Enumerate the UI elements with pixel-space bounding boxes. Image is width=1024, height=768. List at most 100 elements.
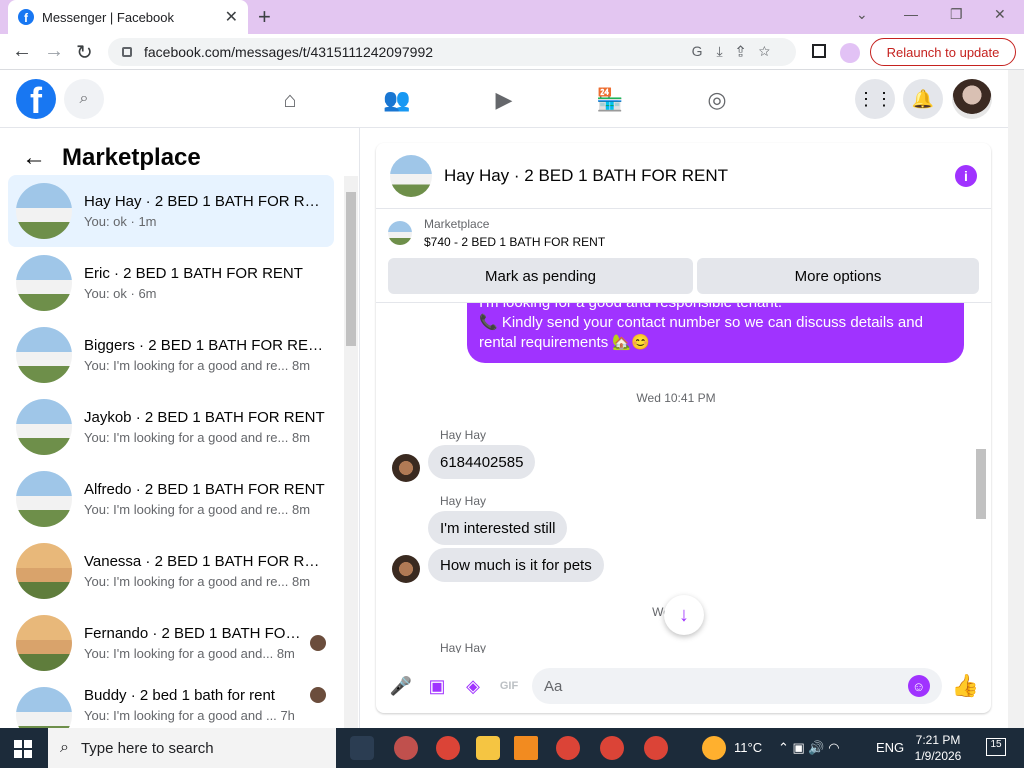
emoji-icon[interactable]: ☺ — [907, 675, 930, 697]
facebook-logo-icon[interactable]: f — [16, 79, 56, 119]
browser-tab[interactable]: f Messenger | Facebook ✕ — [8, 0, 248, 34]
preview-time: 8m — [291, 358, 311, 373]
conversation-item[interactable]: Hay Hay · 2 BED 1 BATH FOR RE... You: ok… — [8, 175, 334, 247]
listing-thumbnail — [16, 183, 72, 239]
system-clock[interactable]: 7:21 PM 1/9/2026 — [900, 732, 976, 764]
conversation-item[interactable]: Eric · 2 BED 1 BATH FOR RENT You: ok · 6… — [8, 247, 334, 319]
task-view-icon[interactable] — [350, 736, 374, 760]
sender-avatar[interactable] — [392, 454, 420, 482]
mark-as-pending-button[interactable]: Mark as pending — [388, 258, 693, 294]
page-scrollbar[interactable] — [1008, 70, 1024, 728]
address-bar[interactable]: facebook.com/messages/t/4315111242097992… — [108, 38, 796, 66]
notifications-bell-icon[interactable]: 🔔 — [903, 79, 943, 119]
side-panel-icon[interactable] — [812, 44, 826, 58]
watch-icon[interactable]: ▶ — [490, 86, 518, 114]
search-icon[interactable]: ⌕ — [64, 79, 104, 119]
gif-icon[interactable]: GIF — [496, 673, 522, 699]
conversation-name: Vanessa · 2 BED 1 BATH FOR RENT — [84, 553, 326, 570]
more-options-button[interactable]: More options — [697, 258, 979, 294]
windows-start-icon[interactable] — [14, 740, 32, 758]
chrome-icon[interactable] — [436, 736, 460, 760]
conversation-item[interactable]: Jaykob · 2 BED 1 BATH FOR RENT You: I'm … — [8, 391, 334, 463]
microphone-icon[interactable]: 🎤 — [388, 673, 414, 699]
notifications-icon[interactable]: 15 — [986, 738, 1006, 756]
clock-date: 1/9/2026 — [914, 749, 962, 763]
sidebar-scrollbar[interactable] — [344, 176, 358, 728]
listing-thumbnail — [16, 255, 72, 311]
message-composer: 🎤 ▣ ◈ GIF Aa ☺ 👍 — [376, 659, 991, 713]
back-icon[interactable]: ← — [12, 40, 32, 63]
listing-info[interactable]: Marketplace $740 - 2 BED 1 BATH FOR RENT — [388, 217, 605, 249]
photo-icon[interactable]: ▣ — [424, 673, 450, 699]
new-tab-button[interactable]: + — [258, 4, 271, 30]
preview-time: 8m — [276, 646, 295, 661]
sticker-icon[interactable]: ◈ — [460, 673, 486, 699]
message-input[interactable]: Aa ☺ — [532, 668, 942, 704]
omnibox-actions-icon[interactable]: G⤓⇪☆ — [692, 43, 784, 60]
chat-scrollbar[interactable] — [974, 309, 986, 649]
info-icon[interactable]: i — [955, 164, 977, 187]
close-tab-icon[interactable]: ✕ — [225, 7, 238, 27]
sender-name: Hay Hay — [440, 428, 487, 442]
menu-grid-icon[interactable]: ⋮⋮ — [855, 79, 895, 119]
outgoing-message[interactable]: I'm looking for a good and responsible t… — [467, 303, 964, 363]
outgoing-line: I'm looking for a good and responsible t… — [479, 303, 952, 313]
marketplace-listing-strip: Marketplace $740 - 2 BED 1 BATH FOR RENT… — [376, 209, 991, 303]
relaunch-button[interactable]: Relaunch to update — [870, 38, 1016, 66]
listing-thumbnail — [16, 399, 72, 455]
tray-icons[interactable]: ⌃ ▣ 🔊 ◠ — [778, 740, 840, 756]
marketplace-icon[interactable]: 🏪 — [596, 86, 624, 114]
restore-button[interactable]: ❐ — [950, 6, 963, 23]
scrollbar-thumb[interactable] — [346, 192, 356, 346]
conversation-preview: You: I'm looking for a good and... 8m — [84, 646, 302, 661]
chrome-profile-icon[interactable] — [600, 736, 624, 760]
conversation-sidebar: ← Marketplace Hay Hay · 2 BED 1 BATH FOR… — [0, 128, 360, 728]
incoming-message[interactable]: How much is it for pets — [428, 548, 604, 582]
listing-mini-thumbnail — [388, 221, 412, 245]
vlc-icon[interactable] — [514, 736, 538, 760]
chat-listing-thumbnail[interactable] — [390, 154, 432, 197]
chrome-profile-icon[interactable] — [644, 736, 668, 760]
minimize-button[interactable]: — — [904, 6, 918, 22]
close-window-button[interactable]: ✕ — [994, 6, 1006, 23]
conversation-item[interactable]: Alfredo · 2 BED 1 BATH FOR RENT You: I'm… — [8, 463, 334, 535]
paint-app-icon[interactable] — [394, 736, 418, 760]
preview-text: You: I'm looking for a good and ... — [84, 708, 277, 723]
friends-icon[interactable]: 👥 — [383, 86, 411, 114]
sender-name: Hay Hay — [440, 641, 487, 653]
url-text: facebook.com/messages/t/4315111242097992 — [144, 44, 434, 60]
scroll-to-bottom-button[interactable]: ↓ — [664, 595, 704, 635]
scrollbar-thumb[interactable] — [976, 449, 986, 519]
tab-search-icon[interactable]: ⌄ — [856, 6, 868, 23]
conversation-item[interactable]: Biggers · 2 BED 1 BATH FOR RENT You: I'm… — [8, 319, 334, 391]
conversation-name: Biggers · 2 BED 1 BATH FOR RENT — [84, 337, 326, 354]
chat-title[interactable]: Hay Hay · 2 BED 1 BATH FOR RENT — [444, 166, 955, 186]
conversation-item[interactable]: Fernando · 2 BED 1 BATH FOR... You: I'm … — [8, 607, 334, 679]
sender-avatar[interactable] — [392, 555, 420, 583]
reload-icon[interactable]: ↻ — [76, 40, 93, 65]
conversation-name: Hay Hay · 2 BED 1 BATH FOR RE... — [84, 193, 326, 210]
browser-toolbar: ← → ↻ facebook.com/messages/t/4315111242… — [0, 34, 1024, 70]
taskbar-search[interactable]: ⌕ Type here to search — [48, 728, 336, 768]
like-icon[interactable]: 👍 — [952, 673, 979, 699]
listing-thumbnail — [16, 687, 72, 728]
weather-icon[interactable] — [702, 736, 726, 760]
groups-icon[interactable]: ◎ — [703, 86, 731, 114]
forward-icon[interactable]: → — [44, 40, 64, 63]
preview-text: You: I'm looking for a good and... — [84, 646, 274, 661]
profile-icon[interactable] — [840, 43, 860, 63]
conversation-item[interactable]: Vanessa · 2 BED 1 BATH FOR RENT You: I'm… — [8, 535, 334, 607]
incoming-message[interactable]: I'm interested still — [428, 511, 568, 545]
conversation-name: Fernando · 2 BED 1 BATH FOR... — [84, 625, 302, 642]
back-arrow-icon[interactable]: ← — [22, 144, 46, 172]
incoming-message[interactable]: 6184402585 — [428, 445, 536, 479]
account-avatar[interactable] — [952, 79, 992, 119]
home-icon[interactable]: ⌂ — [276, 86, 304, 114]
preview-text: You: I'm looking for a good and re... — [84, 574, 289, 589]
browser-tab-bar: f Messenger | Facebook ✕ + ⌄ — ❐ ✕ — [0, 0, 1024, 34]
weather-temp[interactable]: 11°C — [734, 740, 762, 755]
conversation-item[interactable]: Buddy · 2 bed 1 bath for rent You: I'm l… — [8, 679, 334, 728]
file-explorer-icon[interactable] — [476, 736, 500, 760]
chrome-profile-icon[interactable] — [556, 736, 580, 760]
lock-icon — [122, 47, 132, 57]
